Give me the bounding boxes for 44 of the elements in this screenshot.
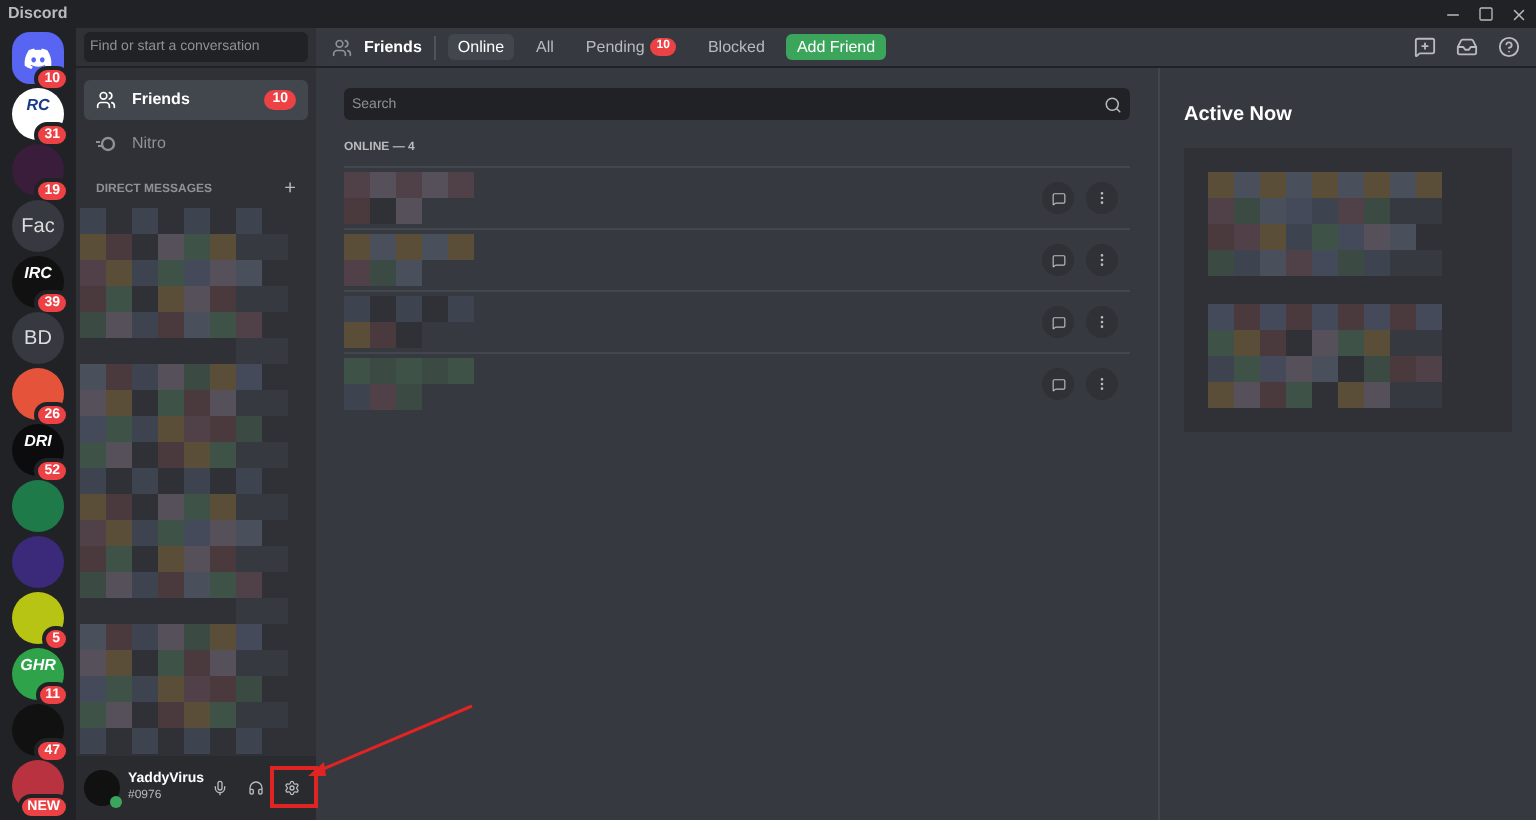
inbox-icon[interactable] xyxy=(1456,36,1478,58)
new-message-icon[interactable] xyxy=(1414,36,1436,58)
highlight-rectangle xyxy=(270,766,318,808)
add-dm-button[interactable]: + xyxy=(284,180,296,200)
blurred-friend xyxy=(344,172,474,224)
search-icon xyxy=(1104,95,1122,113)
message-button[interactable] xyxy=(1042,244,1074,276)
message-icon xyxy=(1051,377,1065,391)
message-button[interactable] xyxy=(1042,182,1074,214)
server-icon[interactable]: Fac xyxy=(12,200,64,252)
server-icon[interactable]: BD xyxy=(12,312,64,364)
nav-item[interactable]: Nitro xyxy=(84,124,308,164)
message-button[interactable] xyxy=(1042,306,1074,338)
filter-tab[interactable]: Blocked xyxy=(697,34,775,60)
friends-icon xyxy=(332,37,352,57)
filter-tab[interactable]: Online xyxy=(447,34,515,60)
section-title: Active Now xyxy=(1184,104,1292,126)
server-logo-text: IRC xyxy=(24,265,52,281)
server-logo-text: DRI xyxy=(24,433,52,449)
friends-icon xyxy=(96,90,116,110)
server-initials: Fac xyxy=(21,213,55,241)
blurred-friend xyxy=(344,358,474,410)
filter-tab[interactable]: All xyxy=(526,34,564,60)
message-icon xyxy=(1051,191,1065,205)
message-icon xyxy=(1051,315,1065,329)
nitro-icon xyxy=(96,134,116,154)
blurred-friend xyxy=(344,234,474,286)
page-title: Friends xyxy=(364,35,436,59)
server-logo-text: RC xyxy=(26,97,50,113)
server-icon[interactable] xyxy=(12,592,64,644)
blurred-friend xyxy=(344,296,474,348)
discord-logo-icon xyxy=(24,47,52,69)
maximize-icon[interactable] xyxy=(1478,5,1494,21)
server-initials: BD xyxy=(24,325,52,353)
message-icon xyxy=(1051,253,1065,267)
server-logo-text: GHR xyxy=(20,657,56,673)
microphone-icon[interactable] xyxy=(212,778,229,798)
headphones-icon[interactable] xyxy=(248,778,265,798)
user-avatar[interactable] xyxy=(84,770,120,806)
message-button[interactable] xyxy=(1042,368,1074,400)
help-icon[interactable] xyxy=(1498,36,1520,58)
settings-icon[interactable] xyxy=(284,778,301,798)
window-title: Discord xyxy=(8,2,68,26)
close-icon[interactable] xyxy=(1510,5,1528,23)
